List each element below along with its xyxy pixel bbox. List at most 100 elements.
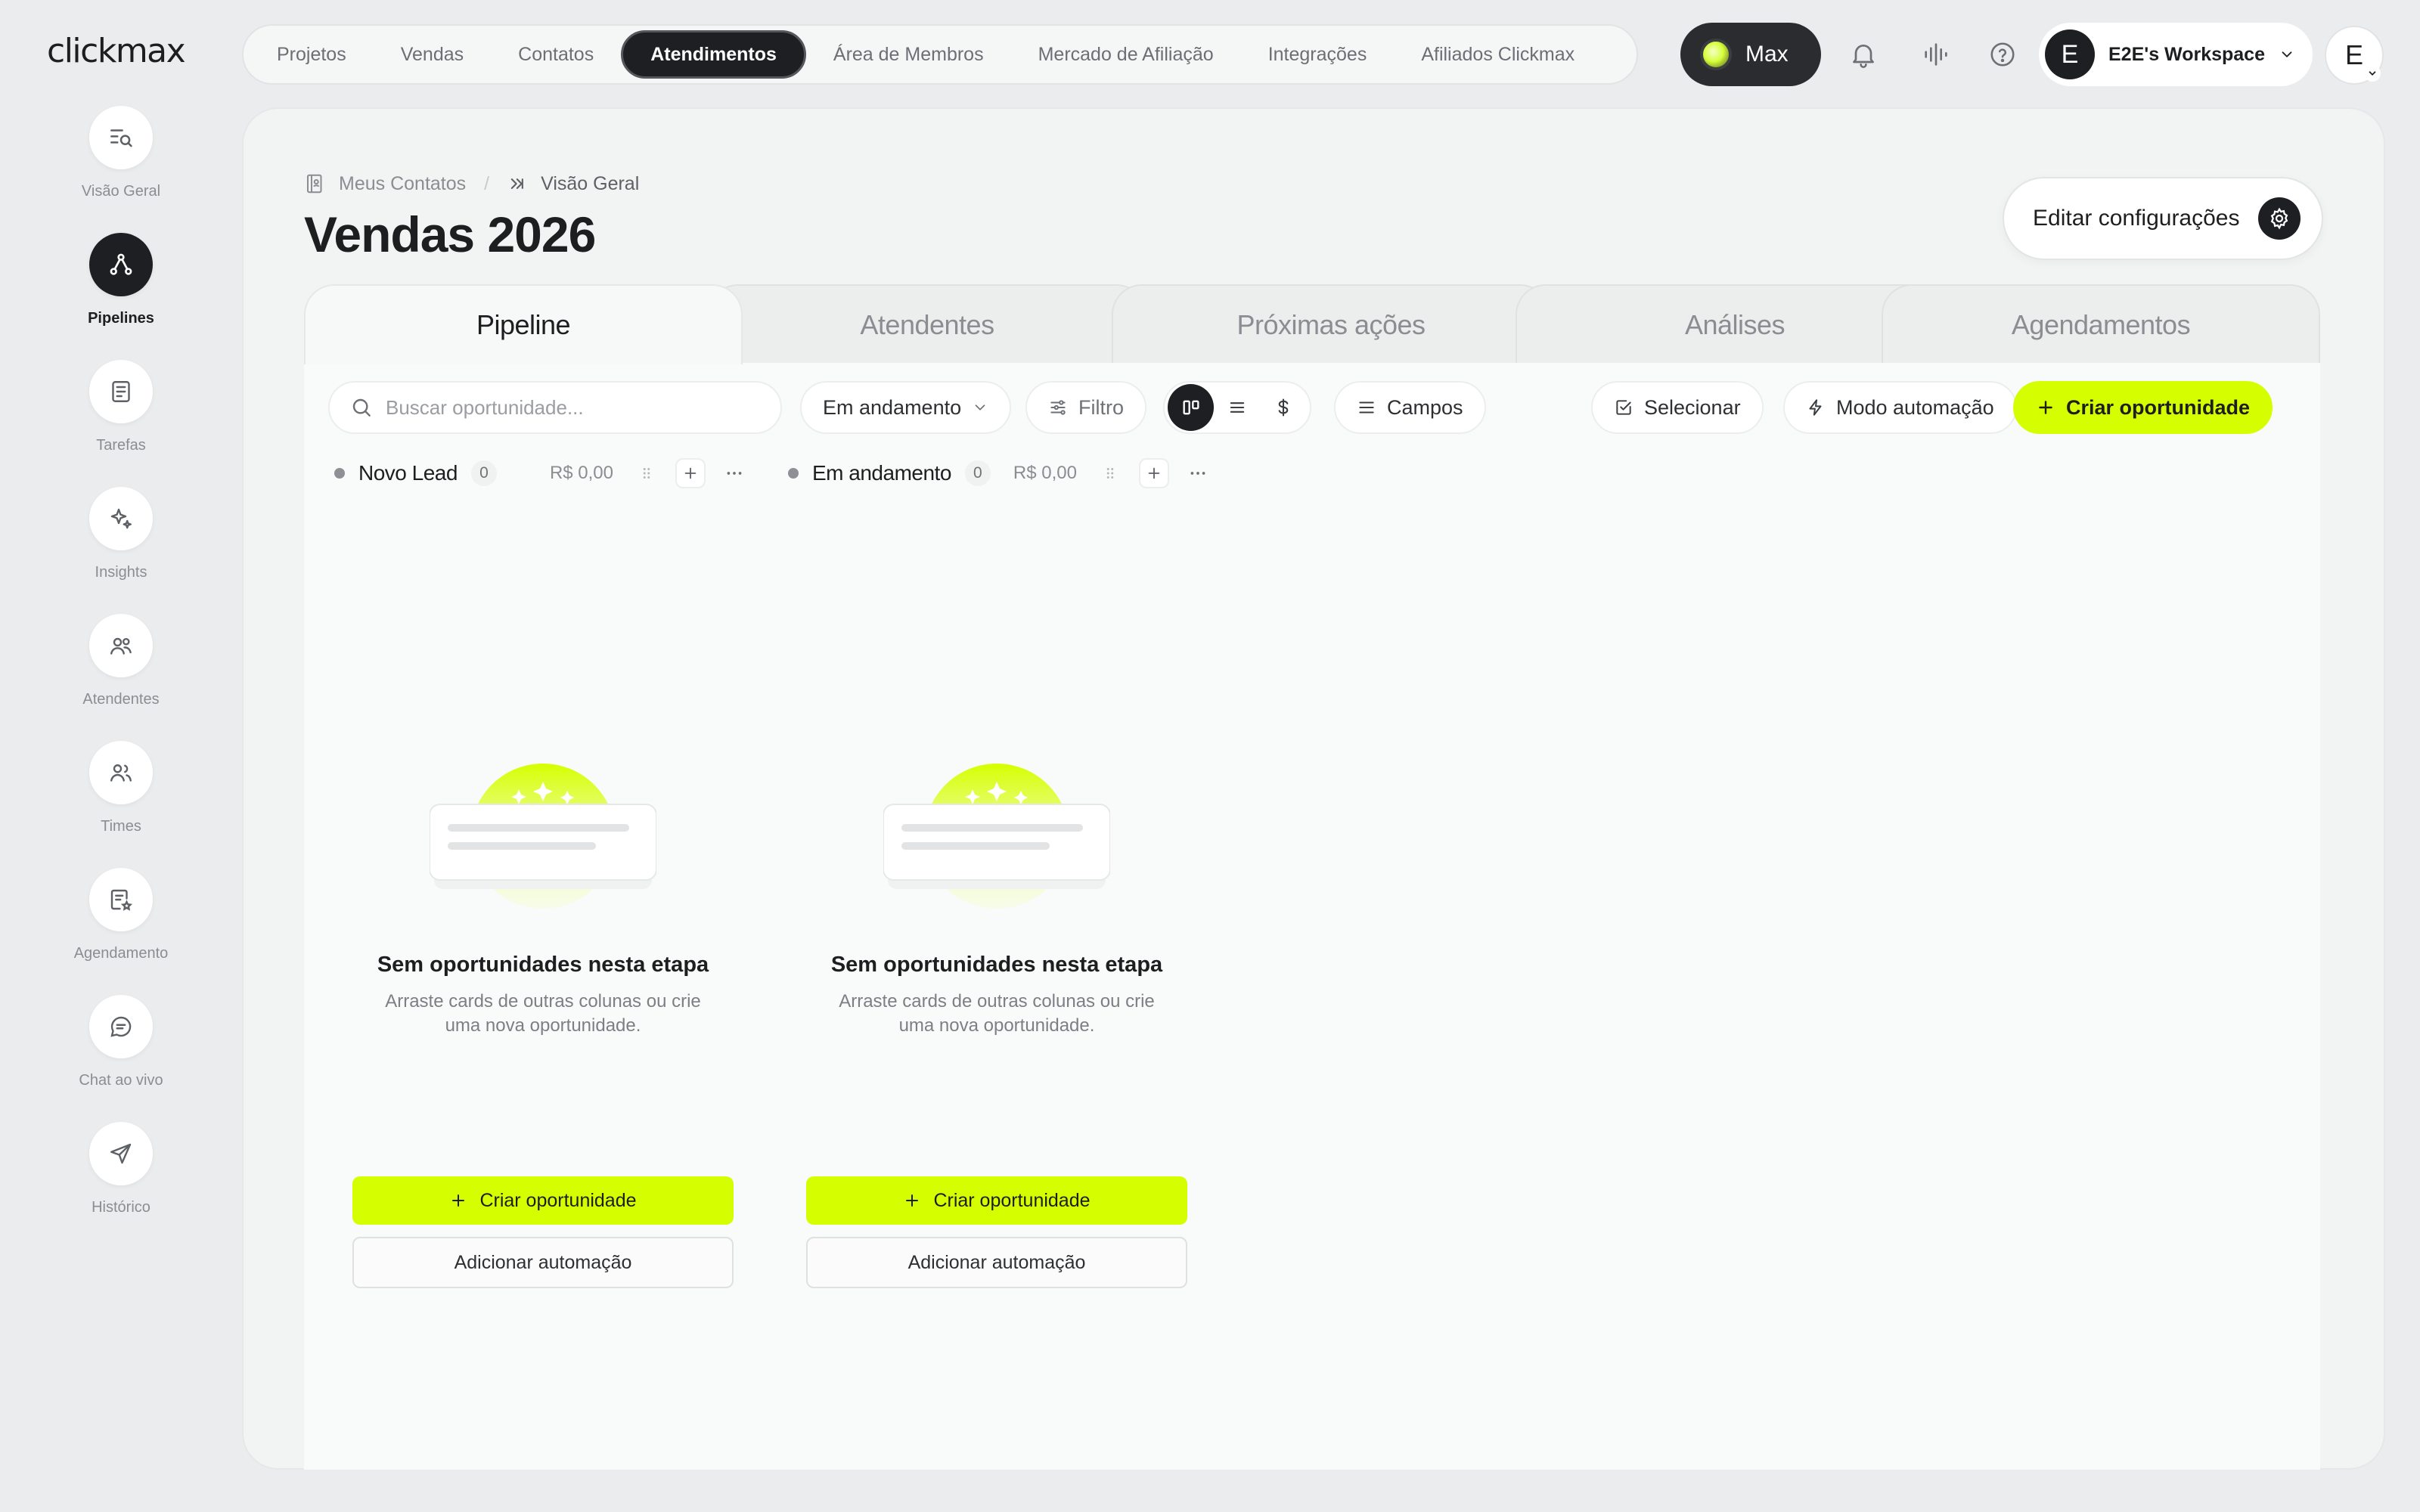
drag-handle-icon[interactable] (1095, 458, 1125, 488)
chevron-down-icon (972, 399, 988, 416)
column-status-dot (334, 468, 345, 479)
sidebar-item-times[interactable]: Times (30, 741, 212, 835)
nav-item-integracoes[interactable]: Integrações (1241, 30, 1395, 79)
edit-settings-label: Editar configurações (2033, 206, 2240, 231)
kanban-icon[interactable] (1168, 384, 1215, 431)
overview-search-icon (89, 106, 153, 169)
column-create-opportunity-label: Criar oportunidade (933, 1189, 1091, 1211)
gear-icon (2257, 197, 2301, 240)
add-card-icon[interactable] (675, 458, 706, 488)
sidebar-item-pipelines[interactable]: Pipelines (30, 233, 212, 327)
sidebar-item-visao-geral[interactable]: Visão Geral (30, 106, 212, 200)
fields-button[interactable]: Campos (1334, 381, 1486, 434)
sidebar-item-agendamento[interactable]: Agendamento (30, 868, 212, 962)
chevron-down-icon (2364, 65, 2381, 82)
filter-button[interactable]: Filtro (1025, 381, 1146, 434)
checkbox-icon (1614, 398, 1634, 417)
lightning-icon (1806, 398, 1826, 417)
column-header-em-andamento: Em andamento 0 R$ 0,00 (788, 452, 1213, 494)
top-navigation: Projetos Vendas Contatos Atendimentos Ár… (242, 24, 1638, 85)
select-button[interactable]: Selecionar (1591, 381, 1764, 434)
column-header-novo-lead: Novo Lead 0 R$ 0,00 (334, 452, 749, 494)
empty-state-em-andamento: Sem oportunidades nesta etapa Arraste ca… (800, 764, 1193, 1038)
select-label: Selecionar (1644, 395, 1741, 419)
nav-item-mercado-de-afiliacao[interactable]: Mercado de Afiliação (1011, 30, 1241, 79)
sidebar-item-label: Atendentes (82, 691, 160, 708)
tab-atendentes[interactable]: Atendentes (708, 284, 1146, 364)
waveform-icon[interactable] (1918, 36, 1954, 73)
breadcrumb-parent[interactable]: Meus Contatos (339, 173, 466, 195)
empty-illustration (430, 764, 656, 909)
tab-pipeline[interactable]: Pipeline (304, 284, 743, 364)
sidebar-item-historico[interactable]: Histórico (30, 1122, 212, 1216)
search-box (328, 381, 782, 434)
sidebar-item-label: Visão Geral (81, 183, 161, 200)
sidebar-item-label: Pipelines (88, 310, 154, 327)
contacts-book-icon (304, 172, 327, 195)
nav-item-atendimentos[interactable]: Atendimentos (621, 30, 806, 79)
view-tabs: Pipeline Atendentes Próximas ações Análi… (304, 284, 2320, 364)
automation-mode-label: Modo automação (1836, 395, 1994, 419)
create-opportunity-button[interactable]: Criar oportunidade (2013, 381, 2273, 434)
user-avatar[interactable]: E (2325, 26, 2384, 85)
empty-state-novo-lead: Sem oportunidades nesta etapa Arraste ca… (346, 764, 740, 1038)
nav-item-afiliados-clickmax[interactable]: Afiliados Clickmax (1394, 30, 1602, 79)
edit-settings-button[interactable]: Editar configurações (2003, 177, 2323, 260)
search-input[interactable] (386, 395, 764, 420)
sidebar-item-chat-ao-vivo[interactable]: Chat ao vivo (30, 995, 212, 1089)
column-title: Em andamento (812, 461, 951, 485)
list-icon[interactable] (1214, 384, 1260, 431)
nav-item-area-de-membros[interactable]: Área de Membros (806, 30, 1011, 79)
sidebar-item-label: Tarefas (96, 437, 146, 454)
column-amount: R$ 0,00 (549, 463, 613, 483)
dollar-icon[interactable] (1261, 384, 1307, 431)
clickmax-logo[interactable]: clickmax (47, 32, 186, 70)
workspace-switcher[interactable]: E E2E's Workspace (2039, 23, 2313, 86)
view-mode-toggle (1163, 381, 1311, 434)
page-title: Vendas 2026 (304, 206, 596, 262)
teams-icon (89, 741, 153, 804)
add-card-icon[interactable] (1138, 458, 1169, 488)
user-initial: E (2344, 39, 2363, 70)
breadcrumb: Meus Contatos / Visão Geral (304, 172, 639, 195)
pipeline-icon (89, 233, 153, 296)
nav-item-vendas[interactable]: Vendas (374, 30, 491, 79)
empty-state-description: Arraste cards de outras colunas ou crie … (385, 991, 701, 1036)
main-panel: Meus Contatos / Visão Geral Vendas 2026 … (242, 107, 2385, 1470)
nav-item-contatos[interactable]: Contatos (491, 30, 621, 79)
status-dropdown[interactable]: Em andamento (800, 381, 1012, 434)
chat-icon (89, 995, 153, 1058)
more-options-icon[interactable] (1183, 458, 1213, 488)
fields-icon (1357, 398, 1376, 417)
filter-label: Filtro (1078, 395, 1124, 419)
empty-state-description: Arraste cards de outras colunas ou crie … (839, 991, 1155, 1036)
plus-icon (2036, 398, 2055, 417)
sliders-icon (1048, 398, 1068, 417)
drag-handle-icon[interactable] (631, 458, 662, 488)
column-create-opportunity-button[interactable]: Criar oportunidade (352, 1176, 734, 1225)
agents-icon (89, 614, 153, 677)
max-assistant-button[interactable]: Max (1680, 23, 1821, 86)
sidebar-item-tarefas[interactable]: Tarefas (30, 360, 212, 454)
tab-proximas-acoes[interactable]: Próximas ações (1112, 284, 1550, 364)
column-title: Novo Lead (358, 461, 458, 485)
column-status-dot (788, 468, 799, 479)
more-options-icon[interactable] (719, 458, 749, 488)
add-automation-button[interactable]: Adicionar automação (352, 1237, 734, 1288)
pipeline-board: Em andamento Filtro (304, 363, 2320, 1470)
add-automation-button[interactable]: Adicionar automação (806, 1237, 1187, 1288)
sidebar-item-atendentes[interactable]: Atendentes (30, 614, 212, 708)
sidebar-item-insights[interactable]: Insights (30, 487, 212, 581)
nav-item-projetos[interactable]: Projetos (250, 30, 374, 79)
plus-icon (903, 1191, 921, 1210)
tab-agendamentos[interactable]: Agendamentos (1882, 284, 2320, 364)
column-count-badge: 0 (470, 460, 497, 486)
bell-icon[interactable] (1845, 36, 1882, 73)
column-amount: R$ 0,00 (1013, 463, 1077, 483)
sidebar-item-label: Times (101, 818, 141, 835)
send-icon (89, 1122, 153, 1185)
fields-label: Campos (1387, 395, 1463, 419)
column-create-opportunity-button[interactable]: Criar oportunidade (806, 1176, 1187, 1225)
help-icon[interactable] (1984, 36, 2021, 73)
automation-mode-button[interactable]: Modo automação (1783, 381, 2017, 434)
